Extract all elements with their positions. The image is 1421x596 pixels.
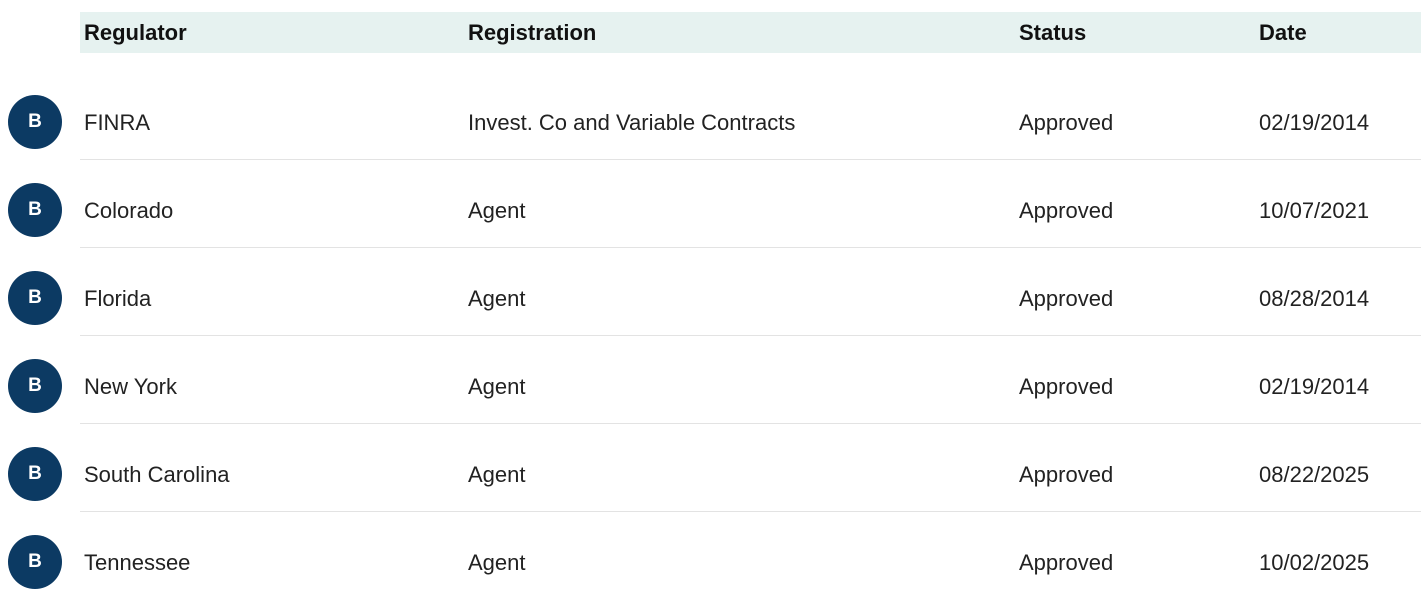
- table-row[interactable]: B South Carolina Agent Approved 08/22/20…: [0, 424, 1421, 512]
- registrations-table: Regulator Registration Status Date B FIN…: [0, 0, 1421, 596]
- table-row[interactable]: B New York Agent Approved 02/19/2014: [0, 336, 1421, 424]
- registration-type-badge: B: [8, 359, 62, 413]
- registration-type-badge: B: [8, 183, 62, 237]
- registration-type-badge: B: [8, 535, 62, 589]
- header-registration[interactable]: Registration: [468, 12, 596, 53]
- header-regulator[interactable]: Regulator: [84, 12, 187, 53]
- table-header: Regulator Registration Status Date: [80, 12, 1421, 53]
- status-cell: Approved: [1019, 550, 1114, 575]
- registration-type-badge: B: [8, 447, 62, 501]
- table-row[interactable]: B Florida Agent Approved 08/28/2014: [0, 248, 1421, 336]
- header-date[interactable]: Date: [1259, 12, 1307, 53]
- registration-cell: Agent: [468, 550, 526, 575]
- registration-type-badge: B: [8, 95, 62, 149]
- header-status[interactable]: Status: [1019, 12, 1086, 53]
- table-row[interactable]: B FINRA Invest. Co and Variable Contract…: [0, 72, 1421, 160]
- registration-type-badge: B: [8, 271, 62, 325]
- regulator-cell: Tennessee: [84, 550, 191, 575]
- date-cell: 10/02/2025: [1259, 550, 1370, 575]
- table-row[interactable]: B Tennessee Agent Approved 10/02/2025: [0, 512, 1421, 596]
- table-row[interactable]: B Colorado Agent Approved 10/07/2021: [0, 160, 1421, 248]
